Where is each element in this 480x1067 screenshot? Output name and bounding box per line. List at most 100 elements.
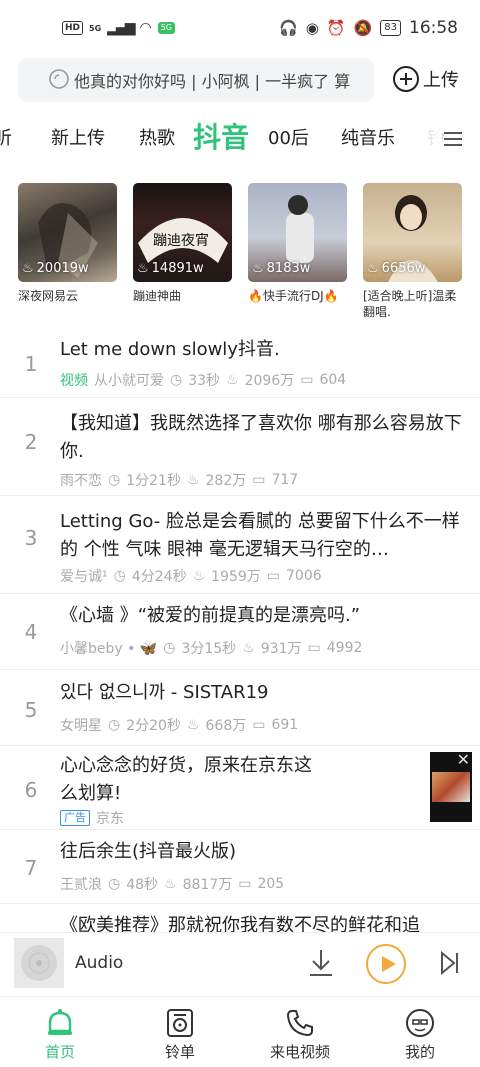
wifi-icon: ◠ [139,20,152,36]
song-rank: 3 [24,526,38,550]
song-rank: 6 [24,778,38,802]
song-meta: 雨不恋 ◷ 1分21秒 ♨ 282万 ▭ 717 [60,470,298,490]
song-title: 있다 없으니까 - SISTAR19 [60,682,269,703]
song-meta: 小馨beby • 🦋 ◷ 3分15秒 ♨ 931万 ▭ 4992 [60,638,362,658]
play-count-value: 20019w [36,261,89,276]
song-plays: 2096万 [244,373,295,389]
mini-player[interactable]: Audio [0,932,480,994]
tab-hot-songs[interactable]: 热歌 [139,124,175,150]
mute-icon: 🔕 [353,19,373,37]
play-count: ♨ 14891w [137,261,204,276]
song-title: 【我知道】我既然选择了喜欢你 哪有那么容易放下你. [60,413,462,462]
song-row[interactable]: 5 있다 없으니까 - SISTAR19 女明星 ◷ 2分20秒 ♨ 668万 ▭ 6… [0,670,480,746]
song-plays: 282万 [205,473,247,489]
comment-icon: ▭ [252,472,266,488]
song-artist: 女明星 [60,718,102,734]
disc-icon [21,945,57,981]
song-title: 《心墙 》“被爱的前提真的是漂亮吗.” [60,605,361,626]
song-row[interactable]: 7 往后余生(抖音最火版) 王贰浪 ◷ 48秒 ♨ 8817万 ▭ 205 [0,830,480,904]
tab-new-upload[interactable]: 新上传 [51,124,105,150]
fire-icon: ♨ [22,261,34,276]
tab-fade [412,120,442,156]
home-bell-icon [48,1009,72,1035]
tab-partial-left[interactable]: 听 [0,124,12,150]
nav-label: 我的 [404,1043,435,1061]
clock-icon: ◷ [108,472,121,488]
ad-meta: 广告 京东 [60,808,124,828]
fire-icon: ♨ [186,717,200,733]
play-count-value: 6656w [381,261,426,276]
download-icon[interactable] [308,948,334,978]
clock-icon: ◷ [170,372,183,388]
tab-menu-icon[interactable] [444,130,462,148]
next-icon[interactable] [440,951,460,975]
play-count-value: 14891w [151,261,204,276]
nav-label: 首页 [44,1043,75,1061]
play-button[interactable] [366,944,406,984]
nav-call-video[interactable]: 来电视频 [255,1005,345,1062]
song-meta: 视频 从小就可爱 ◷ 33秒 ♨ 2096万 ▭ 604 [60,370,346,390]
song-row[interactable]: 《欧美推荐》那就祝你我有数不尽的鲜花和追 [0,904,480,934]
comment-icon: ▭ [307,640,321,656]
song-comments: 717 [271,472,299,488]
song-rank: 7 [24,856,38,880]
call-video-icon [286,1010,313,1037]
upload-button[interactable]: 上传 [393,66,459,92]
song-row[interactable]: 4 《心墙 》“被爱的前提真的是漂亮吗.” 小馨beby • 🦋 ◷ 3分15秒 … [0,594,480,670]
playlist-cover: 蹦迪夜宵 ♨ 14891w [133,183,232,282]
song-comments: 205 [257,876,285,892]
song-title: 往后余生(抖音最火版) [60,841,237,862]
playlist-card[interactable]: ♨ 20019w 深夜网易云 [18,183,117,304]
eye-icon: ◉ [305,19,319,37]
search-bar[interactable]: 他真的对你好吗 | 小阿枫 | 一半疯了 算 [18,58,374,102]
ad-row[interactable]: 6 心心念念的好货，原来在京东这么划算! 广告 京东 ✕ [0,746,480,830]
song-title: Letting Go- 脸总是会看腻的 总要留下什么不一样的 个性 气味 眼神 … [60,511,460,560]
song-row[interactable]: 2 【我知道】我既然选择了喜欢你 哪有那么容易放下你. 雨不恋 ◷ 1分21秒 ♨… [0,398,480,496]
playlist-title: 蹦迪神曲 [133,289,182,303]
fire-icon: ♨ [186,472,200,488]
close-icon[interactable]: ✕ [457,752,470,768]
playlist-title: 🔥快手流行DJ🔥 [248,289,339,303]
status-left: HD 5G ▂▄▆ ◠ 5G [62,20,175,36]
song-artist: 小馨beby • 🦋 [60,641,158,657]
fire-icon: ♨ [367,261,379,276]
tab-pure-music[interactable]: 纯音乐 [341,124,395,150]
song-duration: 4分24秒 [131,569,187,585]
song-row[interactable]: 3 Letting Go- 脸总是会看腻的 总要留下什么不一样的 个性 气味 眼… [0,496,480,594]
nav-ringtone-list[interactable]: 铃单 [135,1005,225,1062]
playlist-card[interactable]: ♨ 8183w 🔥快手流行DJ🔥 [248,183,347,304]
svg-text:蹦迪夜宵: 蹦迪夜宵 [153,232,209,249]
song-comments: 691 [271,717,299,733]
profile-icon [406,1009,434,1037]
playlist-cover: ♨ 6656w [363,183,462,282]
playlist-card[interactable]: ♨ 6656w [适合晚上听]温柔翻唱. [363,183,462,320]
playlist-card[interactable]: 蹦迪夜宵 ♨ 14891w 蹦迪神曲 [133,183,232,304]
nav-label: 铃单 [164,1043,195,1061]
clock-icon: ◷ [113,568,126,584]
play-count: ♨ 6656w [367,261,425,276]
comment-icon: ▭ [238,876,252,892]
tab-douyin[interactable]: 抖音 [193,116,249,156]
song-row[interactable]: 1 Let me down slowly抖音. 视频 从小就可爱 ◷ 33秒 ♨ 2… [0,328,480,398]
comment-icon: ▭ [266,568,281,584]
clock-icon: ◷ [163,640,176,656]
fire-icon: ♨ [164,876,177,892]
player-title: Audio [75,953,124,973]
ringtone-list-icon [167,1009,193,1037]
playlist-title: [适合晚上听]温柔翻唱. [363,289,457,319]
tab-00s[interactable]: 00后 [268,124,309,150]
song-artist: 爱与诚¹ [60,569,108,585]
nav-profile[interactable]: 我的 [375,1005,465,1062]
clock: 16:58 [409,18,458,38]
clock-icon: ◷ [108,876,121,892]
play-count-value: 8183w [266,261,311,276]
song-artist: 雨不恋 [60,473,102,489]
battery-icon: 83 [380,20,401,36]
song-comments: 4992 [326,640,363,656]
song-plays: 931万 [260,641,302,657]
nav-home[interactable]: 首页 [15,1005,105,1062]
ad-image[interactable]: ✕ [430,752,472,822]
video-tag: 视频 [60,373,88,389]
status-bar: HD 5G ▂▄▆ ◠ 5G 🎧 ◉ ⏰ 🔕 83 16:58 [0,0,480,58]
playlist-cover: ♨ 8183w [248,183,347,282]
